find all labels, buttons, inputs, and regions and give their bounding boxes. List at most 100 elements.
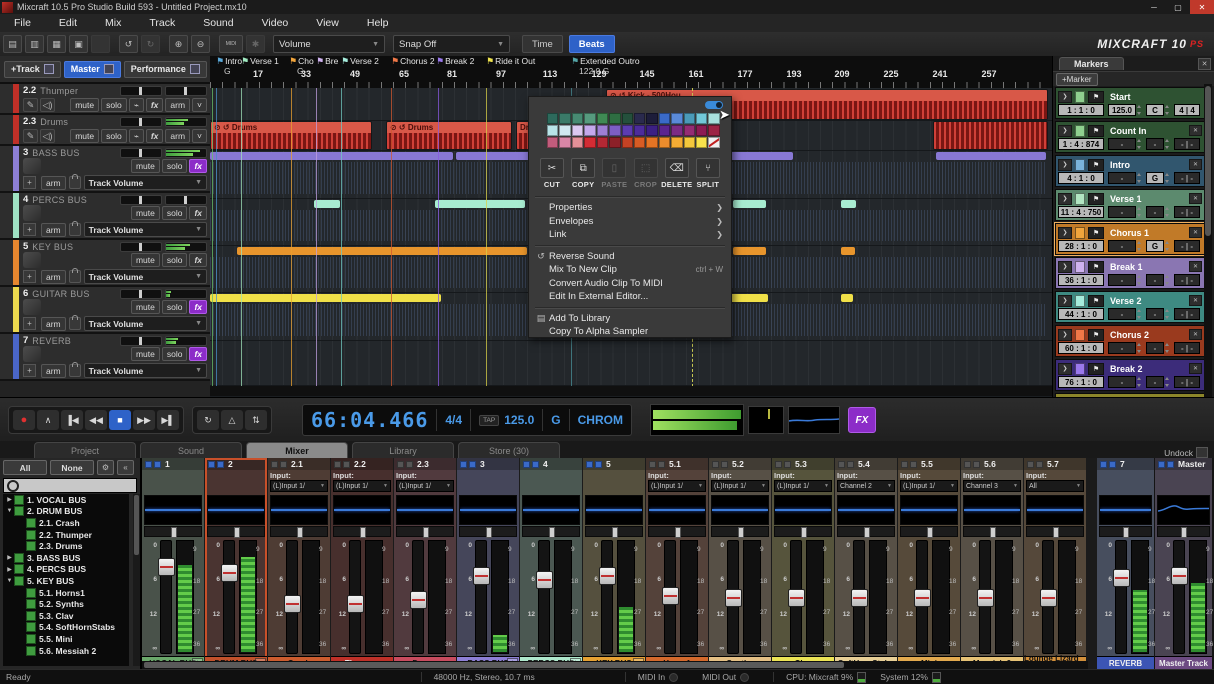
tree-checkbox[interactable] bbox=[14, 564, 24, 574]
time-display[interactable]: 66:04.466 bbox=[311, 408, 428, 432]
chevron-down-icon[interactable]: ˅ bbox=[192, 129, 207, 143]
fader-track[interactable] bbox=[349, 540, 361, 654]
track-volume-dropdown[interactable]: Track Volume▼ bbox=[84, 222, 207, 237]
tree-checkbox[interactable] bbox=[26, 599, 36, 609]
ruler-marker-flag[interactable]: ⚑Verse 2 bbox=[341, 56, 379, 67]
midi-clip-bar[interactable] bbox=[936, 152, 1046, 160]
color-swatch[interactable] bbox=[547, 113, 558, 124]
marker-timesig-field[interactable]: - | - bbox=[1174, 342, 1200, 354]
punch-in-out-button[interactable]: ⇅ bbox=[245, 410, 267, 430]
fader-track[interactable] bbox=[223, 540, 235, 654]
fader-track[interactable] bbox=[664, 540, 676, 654]
mixer-channel-1[interactable]: 10612∞9182736VOCAL BUS+ bbox=[142, 458, 204, 669]
spinner-control[interactable] bbox=[1165, 308, 1170, 320]
marker-bpm-field[interactable]: - bbox=[1108, 376, 1136, 388]
tree-item[interactable]: 5.2. Synths bbox=[3, 598, 129, 610]
mixer-hscroll[interactable] bbox=[142, 661, 1088, 669]
marker-flag-icon[interactable]: ⚑ bbox=[1088, 363, 1104, 375]
metronome-button[interactable]: △ bbox=[221, 410, 243, 430]
lock-icon[interactable] bbox=[69, 270, 81, 283]
color-swatch[interactable] bbox=[634, 113, 645, 124]
open-folder-icon[interactable]: ▥ bbox=[25, 35, 44, 53]
menu-item-mix-to-new-clip[interactable]: Mix To New Clipctrl + W bbox=[529, 263, 731, 277]
speaker-icon[interactable]: ◁) bbox=[40, 98, 55, 112]
menu-item-reverse-sound[interactable]: ↺Reverse Sound bbox=[529, 250, 731, 264]
tree-expand-icon[interactable]: ▼ bbox=[5, 578, 14, 584]
tab-library[interactable]: Library bbox=[352, 442, 454, 458]
marker-expand-icon[interactable]: ❯ bbox=[1058, 193, 1072, 205]
marker-delete-icon[interactable]: ✕ bbox=[1189, 227, 1202, 238]
mute-button[interactable]: mute bbox=[131, 300, 160, 314]
spinner-control[interactable] bbox=[1165, 104, 1170, 116]
fader-track[interactable] bbox=[1173, 540, 1185, 654]
midi-clip-bar[interactable] bbox=[841, 247, 855, 255]
channel-eq-display[interactable] bbox=[900, 495, 958, 525]
marker-key-field[interactable]: C bbox=[1146, 104, 1164, 116]
fader-track[interactable] bbox=[601, 540, 613, 654]
fx-button[interactable]: fx bbox=[189, 206, 207, 220]
marker-timesig-field[interactable]: - | - bbox=[1174, 376, 1200, 388]
tree-item[interactable]: ▶1. VOCAL BUS bbox=[3, 494, 129, 506]
marker-time-field[interactable]: 76 : 1 : 0 bbox=[1058, 376, 1104, 388]
marker-color-swatch[interactable] bbox=[1075, 159, 1085, 171]
solo-button[interactable]: solo bbox=[162, 159, 188, 173]
spinner-control[interactable] bbox=[1165, 376, 1170, 388]
delete-button[interactable]: ⌫DELETE bbox=[662, 158, 692, 189]
snap-dropdown[interactable]: Snap Off▼ bbox=[393, 35, 510, 53]
beats-mode-button[interactable]: Beats bbox=[569, 35, 615, 53]
color-swatch[interactable] bbox=[671, 125, 682, 136]
maximize-button[interactable]: ▢ bbox=[1166, 0, 1190, 14]
color-swatch[interactable] bbox=[684, 125, 695, 136]
add-marker-button[interactable]: + Marker bbox=[1056, 73, 1098, 86]
channel-eq-display[interactable] bbox=[459, 495, 517, 525]
ruler-marker-flag[interactable]: ⚑Ride it Out bbox=[486, 56, 535, 67]
fx-button[interactable]: fx bbox=[189, 159, 207, 173]
midi-clip-bar[interactable] bbox=[210, 152, 453, 160]
midi-clip-bar[interactable] bbox=[728, 294, 768, 302]
marker-item[interactable]: ❯⚑Verse 1✕11 : 4 : 750--- | - bbox=[1055, 189, 1205, 221]
marker-delete-icon[interactable]: ✕ bbox=[1189, 125, 1202, 136]
fader-handle[interactable] bbox=[347, 595, 364, 613]
color-swatch[interactable] bbox=[659, 125, 670, 136]
marker-key-field[interactable]: - bbox=[1146, 138, 1164, 150]
mixer-channel-Master[interactable]: Master0612∞9182736Master Track bbox=[1155, 458, 1212, 669]
punch-button[interactable]: ∧ bbox=[37, 410, 59, 430]
midi-clip-bar[interactable] bbox=[841, 294, 853, 302]
marker-delete-icon[interactable]: ✕ bbox=[1189, 193, 1202, 204]
tab-mixer[interactable]: Mixer bbox=[246, 442, 348, 458]
color-swatch[interactable] bbox=[684, 113, 695, 124]
fader-track[interactable] bbox=[790, 540, 802, 654]
mixer-channel-2.3[interactable]: 2.3Input:(L)Input 1/▼0612∞9182736Drums bbox=[394, 458, 456, 669]
spinner-control[interactable] bbox=[1137, 308, 1142, 320]
tree-expand-icon[interactable]: ▶ bbox=[5, 554, 14, 561]
menu-item-convert-audio-clip-to-midi[interactable]: Convert Audio Clip To MIDI bbox=[529, 277, 731, 291]
input-select[interactable]: (L)Input 1/▼ bbox=[396, 480, 454, 492]
fader-handle[interactable] bbox=[158, 558, 175, 576]
arm-button[interactable]: arm bbox=[165, 129, 190, 143]
marker-timesig-field[interactable]: - | - bbox=[1174, 308, 1200, 320]
fader-handle[interactable] bbox=[1171, 567, 1188, 585]
markers-close-icon[interactable]: ✕ bbox=[1198, 58, 1211, 70]
channel-eq-display[interactable] bbox=[774, 495, 832, 525]
channel-name-label[interactable]: REVERB bbox=[1097, 656, 1154, 669]
menu-item-copy-to-alpha-sampler[interactable]: Copy To Alpha Sampler bbox=[529, 325, 731, 339]
channel-pan-slider[interactable] bbox=[648, 526, 706, 537]
marker-item[interactable]: ❯⚑Count In✕1 : 4 : 874--- | - bbox=[1055, 121, 1205, 153]
undock-icon[interactable] bbox=[1196, 447, 1208, 458]
mute-button[interactable]: mute bbox=[131, 347, 160, 361]
track-header-key-bus[interactable]: 5KEY BUSmutesolofx+armTrack Volume▼ bbox=[0, 240, 210, 287]
master-track-button[interactable]: Master bbox=[64, 61, 121, 78]
fx-button[interactable]: fx bbox=[146, 98, 164, 112]
color-swatch[interactable] bbox=[597, 137, 608, 148]
collapse-sidebar-icon[interactable]: « bbox=[117, 460, 134, 475]
time-mode-button[interactable]: Time bbox=[522, 35, 563, 53]
cut-button[interactable]: ✂CUT bbox=[537, 158, 567, 189]
marker-expand-icon[interactable]: ❯ bbox=[1058, 261, 1072, 273]
marker-flag-icon[interactable]: ⚑ bbox=[1088, 91, 1104, 103]
tree-item[interactable]: 2.2. Thumper bbox=[3, 529, 129, 541]
zoom-in-icon[interactable]: ⊕ bbox=[169, 35, 188, 53]
pencil-icon[interactable]: ✎ bbox=[23, 129, 38, 143]
track-header-drums[interactable]: 2.3Drums✎◁)mutesolo⌁fxarm˅ bbox=[0, 115, 210, 146]
mixer-channel-5[interactable]: 50612∞9182736KEY BUS− bbox=[583, 458, 645, 669]
arm-button[interactable]: arm bbox=[165, 98, 190, 112]
